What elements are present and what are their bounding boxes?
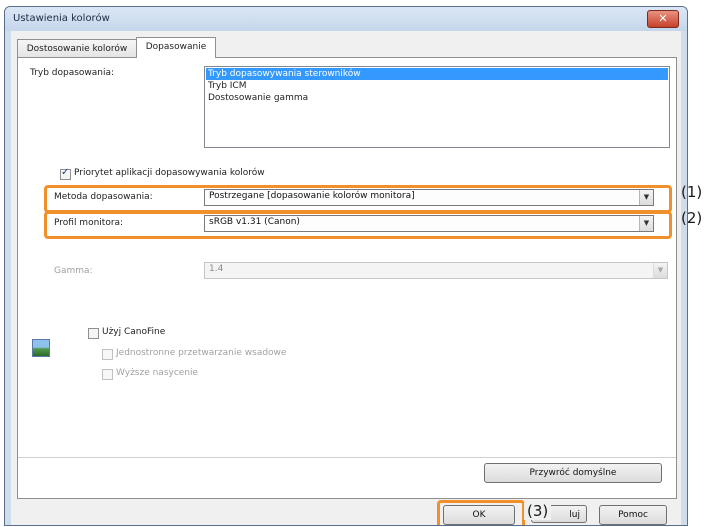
tab-label: Dostosowanie kolorów [26, 44, 128, 54]
canofine-checkbox[interactable] [88, 328, 99, 339]
chevron-down-icon: ▼ [639, 190, 653, 205]
matching-method-label: Metoda dopasowania: [54, 192, 153, 202]
monitor-profile-value: sRGB v1.31 (Canon) [209, 217, 300, 227]
matching-method-value: Postrzegane [dopasowanie kolorów monitor… [209, 191, 415, 201]
tab-color-adjustment[interactable]: Dostosowanie kolorów [17, 39, 137, 58]
gamma-value: 1.4 [209, 264, 224, 274]
window-title: Ustawienia kolorów [13, 13, 110, 24]
list-item-icm[interactable]: Tryb ICM [206, 80, 668, 92]
annotation-1: (1) [681, 183, 703, 201]
gamma-select[interactable]: 1.4 ▼ [204, 262, 668, 279]
dialog-client-area: Dostosowanie kolorów Dopasowanie Tryb do… [11, 31, 681, 525]
picture-icon [32, 339, 50, 357]
divider [18, 457, 676, 458]
restore-defaults-button[interactable]: Przywróć domyślne [484, 463, 662, 483]
cancel-label: luj [569, 510, 580, 520]
chevron-down-icon: ▼ [639, 216, 653, 231]
monitor-profile-label: Profil monitora: [54, 218, 124, 228]
annotation-3: (3) [524, 502, 552, 520]
priority-checkbox[interactable] [60, 167, 71, 180]
tab-matching[interactable]: Dopasowanie [136, 37, 216, 58]
monitor-profile-select[interactable]: sRGB v1.31 (Canon) ▼ [204, 215, 654, 232]
close-button[interactable]: ✕ [647, 10, 679, 28]
chevron-down-icon: ▼ [653, 263, 667, 278]
tab-label: Dopasowanie [145, 42, 207, 52]
gamma-label: Gamma: [54, 266, 93, 276]
matching-method-select[interactable]: Postrzegane [dopasowanie kolorów monitor… [204, 189, 654, 206]
title-bar: Ustawienia kolorów ✕ [5, 7, 687, 31]
batch-processing-checkbox[interactable] [102, 349, 113, 360]
batch-processing-label: Jednostronne przetwarzanie wsadowe [116, 348, 287, 358]
matching-mode-list[interactable]: Tryb dopasowywania sterowników Tryb ICM … [204, 66, 670, 148]
restore-defaults-label: Przywróć domyślne [529, 468, 617, 478]
higher-saturation-checkbox[interactable] [102, 369, 113, 380]
help-button[interactable]: Pomoc [599, 505, 667, 525]
list-item-driver-matching[interactable]: Tryb dopasowywania sterowników [206, 68, 668, 80]
priority-checkbox-label: Priorytet aplikacji dopasowywania koloró… [74, 168, 265, 178]
ok-button[interactable]: OK [443, 505, 515, 525]
close-icon: ✕ [658, 12, 668, 25]
help-label: Pomoc [618, 510, 648, 520]
ok-label: OK [472, 510, 486, 520]
matching-mode-label: Tryb dopasowania: [30, 68, 115, 78]
annotation-2: (2) [681, 209, 703, 227]
list-item-gamma-adjustment[interactable]: Dostosowanie gamma [206, 92, 668, 104]
settings-dialog: Ustawienia kolorów ✕ Dostosowanie koloró… [4, 6, 688, 526]
canofine-checkbox-label: Użyj CanoFine [102, 327, 166, 337]
higher-saturation-label: Wyższe nasycenie [116, 368, 199, 378]
matching-panel: Tryb dopasowania: Tryb dopasowywania ste… [17, 57, 677, 499]
